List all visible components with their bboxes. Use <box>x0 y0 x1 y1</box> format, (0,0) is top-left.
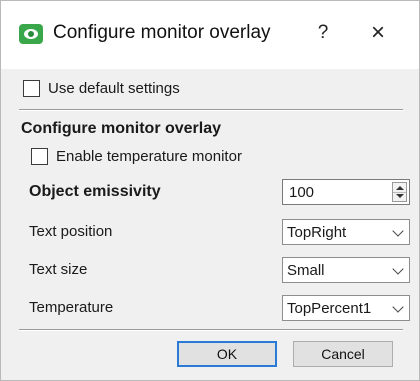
text-position-select[interactable]: TopRight <box>282 219 410 245</box>
separator-bottom <box>19 329 403 331</box>
spin-up-icon[interactable] <box>396 186 404 190</box>
use-default-settings-label: Use default settings <box>48 80 180 97</box>
enable-temperature-checkbox[interactable] <box>31 148 48 165</box>
chevron-down-icon <box>392 301 404 313</box>
title-bar: Configure monitor overlay ? × <box>1 1 419 69</box>
dialog-title: Configure monitor overlay <box>53 22 271 43</box>
object-emissivity-label: Object emissivity <box>29 183 161 200</box>
help-button[interactable]: ? <box>309 19 337 47</box>
text-size-value: Small <box>287 262 325 279</box>
text-size-label: Text size <box>29 261 88 278</box>
temperature-value: TopPercent1 <box>287 300 372 317</box>
enable-temperature-row[interactable]: Enable temperature monitor <box>31 148 242 165</box>
separator-top <box>19 109 403 111</box>
temperature-select[interactable]: TopPercent1 <box>282 295 410 321</box>
use-default-settings-row[interactable]: Use default settings <box>23 80 180 97</box>
use-default-settings-checkbox[interactable] <box>23 80 40 97</box>
section-title: Configure monitor overlay <box>21 120 222 137</box>
object-emissivity-value[interactable]: 100 <box>289 184 314 201</box>
object-emissivity-spinbox[interactable]: 100 <box>282 179 410 205</box>
ok-button[interactable]: OK <box>177 341 277 367</box>
spin-arrows[interactable] <box>392 182 407 202</box>
enable-temperature-label: Enable temperature monitor <box>56 148 242 165</box>
chevron-down-icon <box>392 263 404 275</box>
spin-down-icon[interactable] <box>396 194 404 198</box>
text-position-label: Text position <box>29 223 113 240</box>
text-position-value: TopRight <box>287 224 347 241</box>
text-size-select[interactable]: Small <box>282 257 410 283</box>
temperature-label: Temperature <box>29 299 114 316</box>
chevron-down-icon <box>392 225 404 237</box>
close-button[interactable]: × <box>363 19 393 47</box>
cancel-button[interactable]: Cancel <box>293 341 393 367</box>
app-icon <box>19 24 43 44</box>
configure-monitor-overlay-dialog: Configure monitor overlay ? × Use defaul… <box>0 0 420 381</box>
